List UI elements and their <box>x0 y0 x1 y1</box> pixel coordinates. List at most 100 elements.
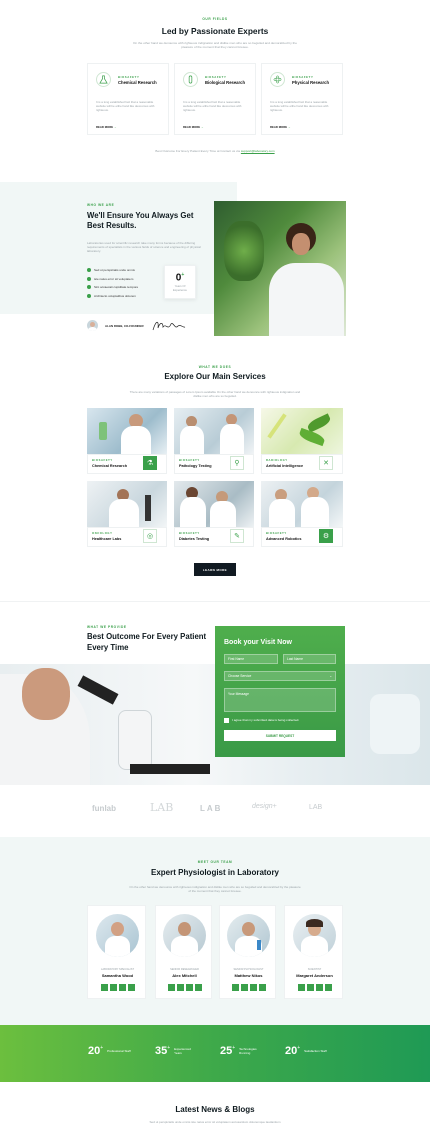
check-item: Sed ut perspiciatis unde omnis <box>87 266 162 275</box>
service-card[interactable]: ONCOLOGY Healthcare Labs ◎ <box>87 481 167 547</box>
services-title: Explore Our Main Services <box>164 372 266 381</box>
team-card[interactable]: SENIOR PHYSIOLOGIST Matthew Nikos <box>219 905 276 999</box>
twitter-icon[interactable] <box>109 984 117 991</box>
service-card[interactable]: RADIOLOGY Artificial Intelligence ✕ <box>261 408 343 474</box>
facebook-icon[interactable] <box>167 984 175 991</box>
social-icons <box>285 984 344 991</box>
service-tag: BIOSAFETY <box>92 459 113 462</box>
member-role: LABORATORY SPECIALIST <box>100 968 135 971</box>
service-card[interactable]: BIOSAFETY Advanced Robotics ⚙ <box>261 481 343 547</box>
linkedin-icon[interactable] <box>324 984 332 991</box>
member-role: SENIOR RESEARCHER <box>170 968 199 971</box>
facebook-icon[interactable] <box>297 984 305 991</box>
news-subtitle: Sed ut perspiciatis unde omnis iste natu… <box>149 1120 281 1124</box>
field-card[interactable]: BIOSAFETY Physical Research It is a long… <box>261 63 343 135</box>
learn-more-button[interactable]: LEARN MORE <box>194 563 236 576</box>
services-eyebrow: what we does <box>198 365 232 369</box>
service-title[interactable]: Artificial Intelligence <box>266 464 303 468</box>
team-card[interactable]: LABORATORY SPECIALIST Samantha Wood <box>87 905 146 999</box>
service-title[interactable]: Advanced Robotics <box>266 537 301 541</box>
partner-logo[interactable]: funlab <box>92 804 116 813</box>
service-title[interactable]: Chemical Research <box>92 464 127 468</box>
member-name: Margaret Anderson <box>296 973 333 978</box>
linkedin-icon[interactable] <box>194 984 202 991</box>
linkedin-icon[interactable] <box>258 984 266 991</box>
read-more-link[interactable]: READ MORE → <box>96 125 117 129</box>
twitter-icon[interactable] <box>240 984 248 991</box>
facebook-icon[interactable] <box>231 984 239 991</box>
partner-logo[interactable]: LAB <box>309 804 322 811</box>
field-card-title[interactable]: Biological Research <box>205 80 245 85</box>
googleplus-icon[interactable] <box>315 984 323 991</box>
fields-cards: BIOSAFETY Chemical Research It is a long… <box>87 63 343 135</box>
field-card-text: It is a long established fact that a rea… <box>96 100 155 112</box>
about-text: Laboratories used for scientific researc… <box>87 241 201 253</box>
services-grid: BIOSAFETY Chemical Research ⚗ BIOSAFETY … <box>87 408 343 547</box>
about-checklist: Sed ut perspiciatis unde omnis iste natu… <box>87 266 162 300</box>
service-title[interactable]: Healthcare Labs <box>92 537 121 541</box>
googleplus-icon[interactable] <box>249 984 257 991</box>
partner-logo[interactable]: design+ <box>252 803 277 810</box>
chevron-down-icon: ⌄ <box>329 674 332 678</box>
check-icon <box>87 285 91 290</box>
agree-label: I agree that my submitted data is being … <box>232 718 300 722</box>
service-card[interactable]: BIOSAFETY Pathology Testing ⚲ <box>174 408 254 474</box>
read-more-link[interactable]: READ MORE → <box>183 125 204 129</box>
service-tag: BIOSAFETY <box>179 532 200 535</box>
service-image <box>174 481 254 527</box>
robot-icon[interactable]: ⚙ <box>319 529 333 543</box>
googleplus-icon[interactable] <box>185 984 193 991</box>
team-title: Expert Physiologist in Laboratory <box>150 868 280 877</box>
check-icon <box>87 268 91 273</box>
experience-stat: 0+ Years Of Experience <box>164 265 196 299</box>
facebook-icon[interactable] <box>100 984 108 991</box>
arrow-right-icon: → <box>113 125 117 129</box>
lab-icon[interactable]: ◎ <box>143 529 157 543</box>
agree-checkbox[interactable] <box>224 718 229 723</box>
field-card-title[interactable]: Physical Research <box>292 80 329 85</box>
service-title[interactable]: Diabetes Testing <box>179 537 209 541</box>
field-card-title[interactable]: Chemical Research <box>118 80 157 85</box>
stat-item: 25 + Technologies Running <box>220 1045 257 1057</box>
service-select[interactable]: Choose Service ⌄ <box>224 671 336 681</box>
last-name-input[interactable]: Last Name <box>283 654 336 664</box>
partner-logo[interactable]: LAB <box>150 801 173 814</box>
social-icons <box>156 984 213 991</box>
team-card[interactable]: SENIOR RESEARCHER Alex Mitchell <box>155 905 212 999</box>
founder-avatar <box>87 320 98 331</box>
flask-icon[interactable]: ⚗ <box>143 456 157 470</box>
email-link[interactable]: support@laboratory.com <box>241 149 275 153</box>
service-tag: BIOSAFETY <box>266 532 287 535</box>
member-photo <box>163 914 206 957</box>
test-tube-icon <box>183 72 198 87</box>
check-icon <box>87 293 91 298</box>
member-name: Matthew Nikos <box>234 973 263 978</box>
service-card[interactable]: BIOSAFETY Chemical Research ⚗ <box>87 408 167 474</box>
dna-icon[interactable]: ✕ <box>319 456 333 470</box>
stat-item: 35 + Experienced Years <box>155 1045 191 1057</box>
twitter-icon[interactable] <box>176 984 184 991</box>
submit-request-button[interactable]: SUBMIT REQUEST <box>224 730 336 741</box>
social-icons <box>88 984 147 991</box>
team-background <box>0 837 430 1025</box>
service-title[interactable]: Pathology Testing <box>179 464 212 468</box>
first-name-input[interactable]: First Name <box>224 654 278 664</box>
field-card-tag: BIOSAFETY <box>118 75 140 79</box>
fields-subtitle: On the other hand we denounce with right… <box>133 41 297 50</box>
syringe-icon[interactable]: ✎ <box>230 529 244 543</box>
field-card[interactable]: BIOSAFETY Chemical Research It is a long… <box>87 63 169 135</box>
member-photo <box>227 914 270 957</box>
services-subtitle: There are many variations of passages of… <box>129 390 301 399</box>
field-card[interactable]: BIOSAFETY Biological Research It is a lo… <box>174 63 256 135</box>
service-card[interactable]: BIOSAFETY Diabetes Testing ✎ <box>174 481 254 547</box>
read-more-link[interactable]: READ MORE → <box>270 125 291 129</box>
linkedin-icon[interactable] <box>127 984 135 991</box>
team-card[interactable]: SCIENTIST Margaret Anderson <box>284 905 343 999</box>
member-photo <box>96 914 139 957</box>
microscope-icon[interactable]: ⚲ <box>230 456 244 470</box>
googleplus-icon[interactable] <box>118 984 126 991</box>
partner-logo[interactable]: LAB <box>200 804 222 813</box>
message-textarea[interactable]: Your Message <box>224 688 336 712</box>
check-item: iste natus error sit voluptatem <box>87 275 162 284</box>
twitter-icon[interactable] <box>306 984 314 991</box>
